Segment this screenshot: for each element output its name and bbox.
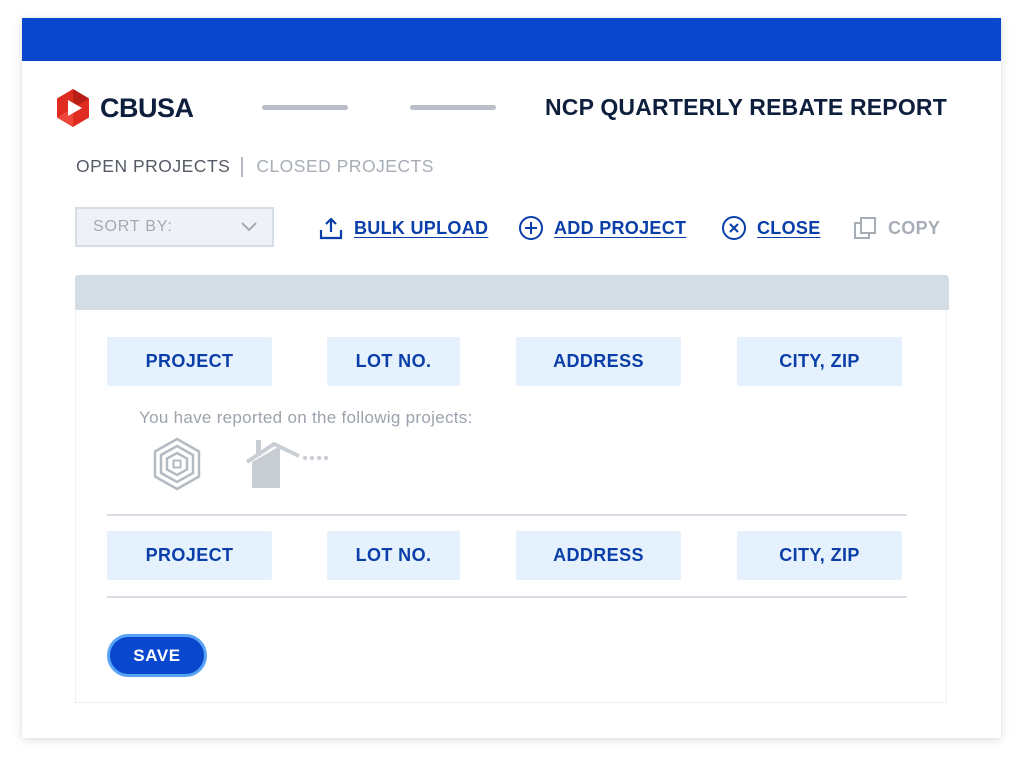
copy-icon bbox=[854, 217, 876, 239]
cbusa-logo-icon bbox=[57, 89, 89, 127]
panel-header-bar bbox=[75, 275, 949, 310]
x-circle-icon bbox=[722, 216, 746, 240]
bulk-upload-button[interactable]: BULK UPLOAD bbox=[318, 215, 488, 241]
save-button[interactable]: SAVE bbox=[107, 634, 207, 677]
app-window: CBUSA NCP QUARTERLY REBATE REPORT OPEN P… bbox=[22, 18, 1001, 738]
row-divider bbox=[107, 514, 907, 516]
column-header-address[interactable]: ADDRESS bbox=[516, 531, 681, 580]
column-header-project[interactable]: PROJECT bbox=[107, 337, 272, 386]
hexagon-project-icon bbox=[153, 437, 201, 491]
reported-projects-message: You have reported on the followig projec… bbox=[139, 408, 473, 427]
close-button[interactable]: CLOSE bbox=[721, 215, 821, 241]
nav-placeholder-bar bbox=[410, 105, 496, 110]
brand-name: CBUSA bbox=[100, 92, 194, 123]
column-header-address[interactable]: ADDRESS bbox=[516, 337, 681, 386]
top-bar bbox=[22, 18, 1001, 61]
table-header-row: PROJECT LOT NO. ADDRESS CITY, ZIP bbox=[107, 531, 902, 580]
close-label: CLOSE bbox=[757, 217, 821, 238]
add-project-label: ADD PROJECT bbox=[554, 217, 687, 238]
tab-open-projects[interactable]: OPEN PROJECTS bbox=[76, 156, 230, 177]
tab-divider bbox=[241, 156, 244, 177]
house-icon bbox=[245, 440, 329, 488]
projects-panel: PROJECT LOT NO. ADDRESS CITY, ZIP You ha… bbox=[75, 275, 949, 703]
copy-button[interactable]: COPY bbox=[852, 215, 940, 241]
sort-by-dropdown[interactable]: SORT BY: bbox=[75, 207, 274, 247]
upload-icon bbox=[319, 217, 343, 240]
column-header-city-zip[interactable]: CITY, ZIP bbox=[737, 531, 902, 580]
column-header-lot-no[interactable]: LOT NO. bbox=[327, 337, 460, 386]
add-project-button[interactable]: ADD PROJECT bbox=[518, 215, 686, 241]
brand-logo: CBUSA bbox=[54, 88, 194, 128]
tab-closed-projects[interactable]: CLOSED PROJECTS bbox=[256, 156, 434, 177]
chevron-down-icon bbox=[241, 222, 257, 232]
bulk-upload-label: BULK UPLOAD bbox=[354, 217, 489, 238]
copy-label: COPY bbox=[888, 217, 941, 238]
plus-circle-icon bbox=[519, 216, 543, 240]
page-title: NCP QUARTERLY REBATE REPORT bbox=[545, 94, 947, 120]
project-tabs: OPEN PROJECTS CLOSED PROJECTS bbox=[76, 156, 434, 177]
nav-placeholder-bar bbox=[262, 105, 348, 110]
column-header-lot-no[interactable]: LOT NO. bbox=[327, 531, 460, 580]
column-header-city-zip[interactable]: CITY, ZIP bbox=[737, 337, 902, 386]
sort-by-label: SORT BY: bbox=[93, 218, 173, 235]
table-header-row: PROJECT LOT NO. ADDRESS CITY, ZIP bbox=[107, 337, 902, 386]
column-header-project[interactable]: PROJECT bbox=[107, 531, 272, 580]
row-divider bbox=[107, 596, 907, 598]
